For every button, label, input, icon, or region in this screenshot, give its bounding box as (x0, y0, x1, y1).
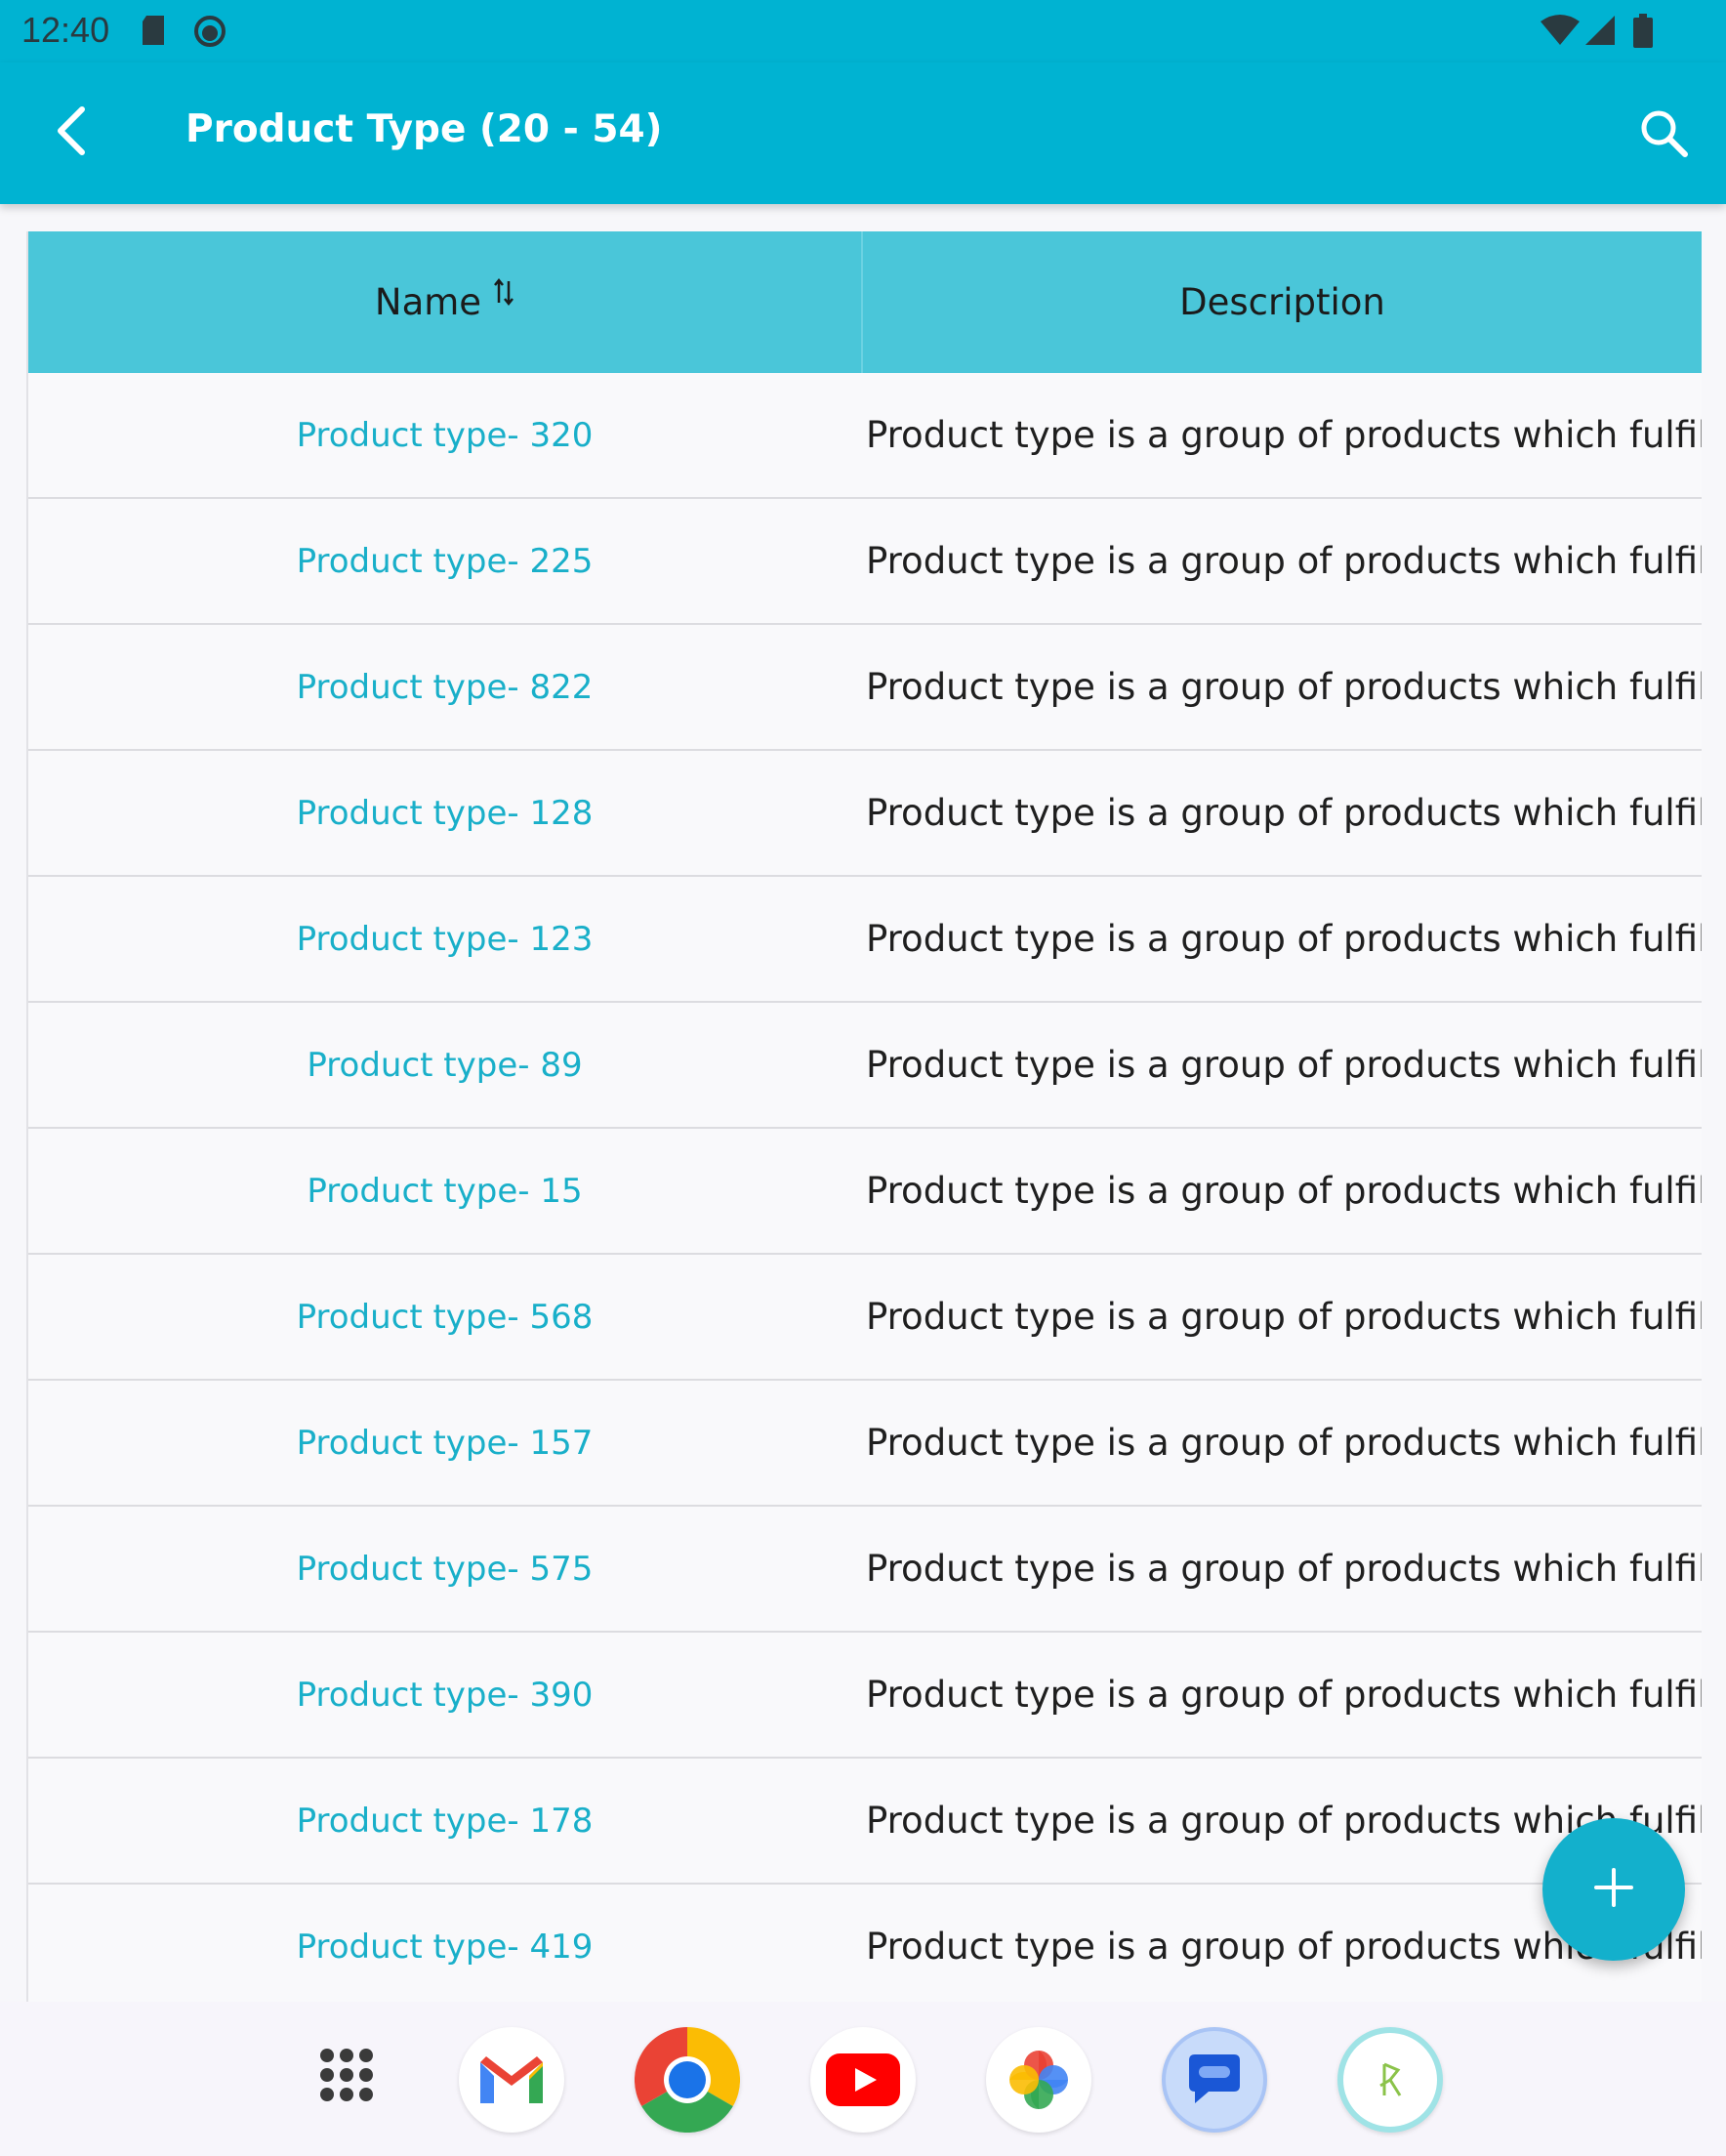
table-row[interactable]: Product type- 575 Product type is a grou… (28, 1507, 1702, 1633)
cell-product-description: Product type is a group of products whic… (866, 1674, 1702, 1716)
table-row[interactable]: Product type- 320 Product type is a grou… (28, 373, 1702, 499)
photos-icon[interactable] (986, 2027, 1091, 2133)
wifi-icon (1541, 14, 1580, 51)
cell-product-description: Product type is a group of products whic… (866, 666, 1702, 708)
status-bar: 12:40 (0, 0, 1726, 62)
back-arrow-icon[interactable] (47, 102, 105, 160)
cell-product-name[interactable]: Product type- 419 (28, 1885, 861, 2002)
sort-icon[interactable] (493, 277, 514, 312)
cell-product-name[interactable]: Product type- 15 (28, 1129, 861, 1253)
cell-product-name[interactable]: Product type- 390 (28, 1633, 861, 1757)
chrome-icon[interactable] (635, 2027, 740, 2133)
custom-app-icon[interactable] (1337, 2027, 1443, 2133)
app-bar: Product Type (20 - 54) (0, 62, 1726, 204)
product-type-table: Name Description Product type- 320 Produ… (26, 231, 1702, 2002)
plus-icon (1592, 1866, 1635, 1913)
cell-product-name[interactable]: Product type- 178 (28, 1759, 861, 1883)
cell-product-name[interactable]: Product type- 575 (28, 1507, 861, 1631)
cell-product-description: Product type is a group of products whic… (866, 1548, 1702, 1590)
table-row[interactable]: Product type- 419 Product type is a grou… (28, 1885, 1702, 2002)
cell-product-description: Product type is a group of products whic… (866, 1296, 1702, 1338)
table-row[interactable]: Product type- 157 Product type is a grou… (28, 1381, 1702, 1507)
table-row[interactable]: Product type- 568 Product type is a grou… (28, 1255, 1702, 1381)
add-product-type-button[interactable] (1542, 1818, 1685, 1961)
cell-product-name[interactable]: Product type- 128 (28, 751, 861, 875)
table-row[interactable]: Product type- 390 Product type is a grou… (28, 1633, 1702, 1759)
gmail-icon[interactable] (459, 2027, 564, 2133)
column-header-description: Description (1179, 281, 1385, 323)
signal-icon (1583, 14, 1617, 51)
table-row[interactable]: Product type- 178 Product type is a grou… (28, 1759, 1702, 1885)
cell-product-description: Product type is a group of products whic… (866, 414, 1702, 456)
table-header: Name Description (28, 231, 1702, 373)
cell-product-description: Product type is a group of products whic… (866, 1422, 1702, 1464)
table-row[interactable]: Product type- 128 Product type is a grou… (28, 751, 1702, 877)
app-dock (0, 2002, 1726, 2156)
cell-product-name[interactable]: Product type- 568 (28, 1255, 861, 1379)
cell-product-name[interactable]: Product type- 123 (28, 877, 861, 1001)
messages-icon[interactable] (1162, 2027, 1267, 2133)
table-row[interactable]: Product type- 225 Product type is a grou… (28, 499, 1702, 625)
search-icon[interactable] (1636, 105, 1691, 160)
battery-icon (1632, 14, 1654, 53)
cell-product-name[interactable]: Product type- 225 (28, 499, 861, 623)
cell-product-name[interactable]: Product type- 822 (28, 625, 861, 749)
column-header-name-label: Name (374, 281, 482, 323)
cell-product-description: Product type is a group of products whic… (866, 1044, 1702, 1086)
table-row[interactable]: Product type- 822 Product type is a grou… (28, 625, 1702, 751)
cell-product-description: Product type is a group of products whic… (866, 540, 1702, 582)
youtube-icon[interactable] (810, 2027, 916, 2133)
cell-product-name[interactable]: Product type- 157 (28, 1381, 861, 1505)
status-time: 12:40 (21, 10, 110, 50)
sd-card-icon (139, 14, 168, 51)
cell-product-name[interactable]: Product type- 320 (28, 373, 861, 497)
app-drawer-icon[interactable] (299, 2027, 404, 2133)
face-icon (192, 14, 227, 53)
cell-product-description: Product type is a group of products whic… (866, 792, 1702, 834)
table-row[interactable]: Product type- 89 Product type is a group… (28, 1003, 1702, 1129)
table-row[interactable]: Product type- 123 Product type is a grou… (28, 877, 1702, 1003)
page-title: Product Type (20 - 54) (185, 107, 663, 151)
cell-product-name[interactable]: Product type- 89 (28, 1003, 861, 1127)
cell-product-description: Product type is a group of products whic… (866, 1170, 1702, 1212)
cell-product-description: Product type is a group of products whic… (866, 918, 1702, 960)
table-row[interactable]: Product type- 15 Product type is a group… (28, 1129, 1702, 1255)
column-header-name[interactable]: Name (28, 231, 863, 373)
table-body: Product type- 320 Product type is a grou… (28, 373, 1702, 2002)
